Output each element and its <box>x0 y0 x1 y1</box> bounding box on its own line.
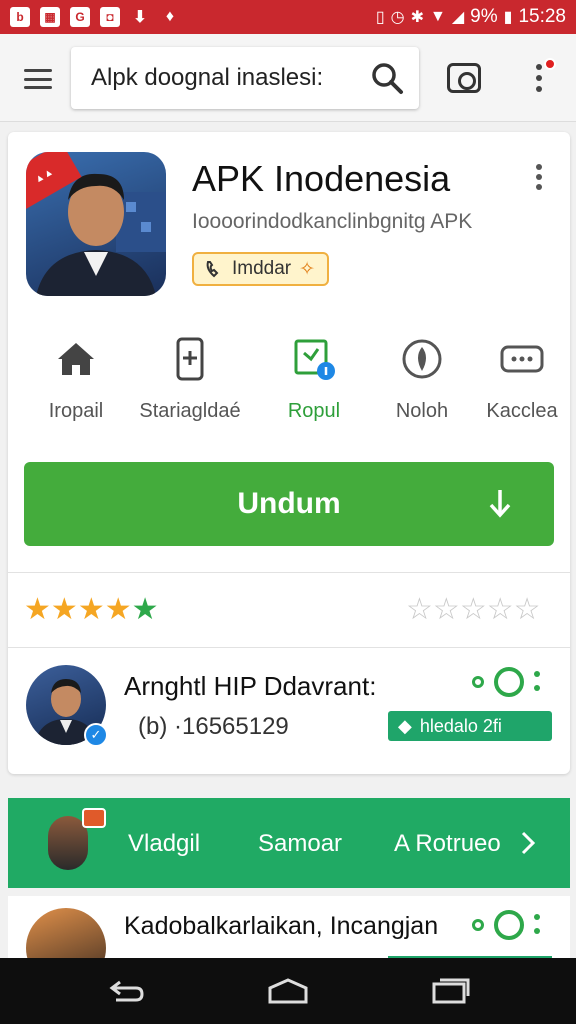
strip-item-samoar[interactable]: Samoar <box>258 830 342 858</box>
developer-more-icon[interactable] <box>534 671 540 693</box>
phone-add-icon <box>176 337 204 381</box>
strip-item-arotrueo[interactable]: A Rotrueo <box>394 830 501 858</box>
empty-star-icon[interactable]: ☆ <box>514 593 541 626</box>
download-button[interactable]: Undum <box>24 462 554 546</box>
empty-star-icon[interactable]: ☆ <box>433 593 460 626</box>
notification-icon: ♦ <box>165 8 175 25</box>
download-folder-icon <box>294 339 335 380</box>
status-circle-icon <box>472 919 484 931</box>
chip-label: Imddar <box>232 258 292 279</box>
camera-icon[interactable] <box>447 63 481 93</box>
phone-icon <box>206 261 219 278</box>
battery-text: 9% <box>470 6 498 27</box>
item-title: Kadobalkarlaikan, Incangjan <box>124 912 439 940</box>
empty-star-icon[interactable]: ☆ <box>406 593 433 626</box>
tag-label: hledalo 2fi <box>419 715 502 736</box>
strip-badge-icon <box>82 808 106 828</box>
speedometer-icon[interactable] <box>494 667 524 697</box>
star-icon: ★ <box>24 593 51 626</box>
app-chip[interactable]: Imddar ✧ <box>192 252 330 286</box>
app-icon: ▲▲ <box>26 152 166 296</box>
list-item[interactable]: Kadobalkarlaikan, Incangjan <box>8 896 570 988</box>
vibrate-icon: ▯ <box>375 9 385 26</box>
signal-icon: ◢ <box>451 9 465 26</box>
item-more-icon[interactable] <box>534 914 540 936</box>
download-arrow-icon <box>489 490 511 518</box>
category-strip: Vladgil Samoar A Rotrueo <box>8 798 570 888</box>
app-subtitle: Ioooorindodkanclinbgnitg APK <box>192 210 473 233</box>
bluetooth-icon: ✱ <box>410 9 425 26</box>
empty-star-icon[interactable]: ☆ <box>487 593 514 626</box>
chat-app-icon: ◘ <box>100 7 120 27</box>
developer-name: Arnghtl HIP Ddavrant: <box>124 671 377 701</box>
leaf-icon <box>402 339 442 379</box>
search-icon[interactable] <box>369 60 405 96</box>
app-more-icon[interactable] <box>534 162 544 192</box>
category-label: Ropul <box>287 400 341 422</box>
status-bar: b ▦ G ◘ ⬇ ♦ ▯ ◷ ✱ ▼ ◢ 9% ▮ 15:28 <box>0 0 576 34</box>
alarm-icon: ◷ <box>390 9 405 26</box>
speedometer-icon[interactable] <box>494 910 524 940</box>
category-label: Iropail <box>48 400 104 422</box>
tag-dot-icon: ◆ <box>398 715 412 736</box>
category-label: Kacclea <box>486 400 558 422</box>
menu-icon[interactable] <box>24 69 52 89</box>
recents-icon[interactable] <box>430 974 470 1008</box>
star-icon: ★ <box>77 593 105 626</box>
b-app-icon: b <box>10 7 30 27</box>
home-icon <box>58 343 94 375</box>
download-notify-icon: ⬇ <box>133 9 147 26</box>
app-title: APK Inodenesia <box>192 158 451 199</box>
rate-stars-input[interactable]: ☆☆☆☆☆ <box>406 592 541 627</box>
category-row: Iropail Stariagldaé Ropul Noloh Kacclea <box>8 337 570 427</box>
category-stariagldae[interactable]: Stariagldaé <box>130 337 250 423</box>
divider <box>8 572 570 573</box>
developer-tag[interactable]: ◆ hledalo 2fi <box>388 711 552 741</box>
sparkle-icon: ✧ <box>299 258 316 280</box>
navigation-bar <box>0 958 576 1024</box>
status-circle-icon <box>472 676 484 688</box>
image-app-icon: ▦ <box>40 7 60 27</box>
wifi-icon: ▼ <box>430 8 446 25</box>
category-iropail[interactable]: Iropail <box>16 337 136 423</box>
developer-count: (b) ·16565129 <box>138 713 289 740</box>
star-icon: ★ <box>131 593 159 626</box>
search-header: Alpk doognal inaslesi: <box>0 34 576 122</box>
category-label: Stariagldaé <box>139 400 241 422</box>
rating-stars: ★★★★★ <box>24 592 159 627</box>
ticket-icon <box>500 345 544 373</box>
category-ropul[interactable]: Ropul <box>254 337 374 423</box>
verified-icon: ✓ <box>84 723 108 747</box>
clock: 15:28 <box>518 6 566 27</box>
category-kacclea[interactable]: Kacclea <box>462 337 576 423</box>
strip-item-vladgil[interactable]: Vladgil <box>128 830 200 858</box>
star-icon: ★ <box>50 593 78 626</box>
app-card: ▲▲ APK Inodenesia Ioooorindodkanclinbgni… <box>8 132 570 774</box>
chevron-right-icon[interactable] <box>520 830 536 856</box>
search-query: Alpk doognal inaslesi: <box>91 64 324 91</box>
item-badges <box>472 910 540 940</box>
developer-badges <box>472 667 540 697</box>
g-app-icon: G <box>70 7 90 27</box>
notification-dot <box>544 58 556 70</box>
developer-row[interactable]: ✓ Arnghtl HIP Ddavrant: (b) ·16565129 ◆ … <box>8 647 570 772</box>
empty-star-icon[interactable]: ☆ <box>460 593 487 626</box>
battery-icon: ▮ <box>503 9 513 26</box>
search-input[interactable]: Alpk doognal inaslesi: <box>71 47 419 109</box>
back-icon[interactable] <box>106 974 146 1008</box>
star-icon: ★ <box>104 593 132 626</box>
home-nav-icon[interactable] <box>266 974 310 1008</box>
download-label: Undum <box>237 487 341 520</box>
